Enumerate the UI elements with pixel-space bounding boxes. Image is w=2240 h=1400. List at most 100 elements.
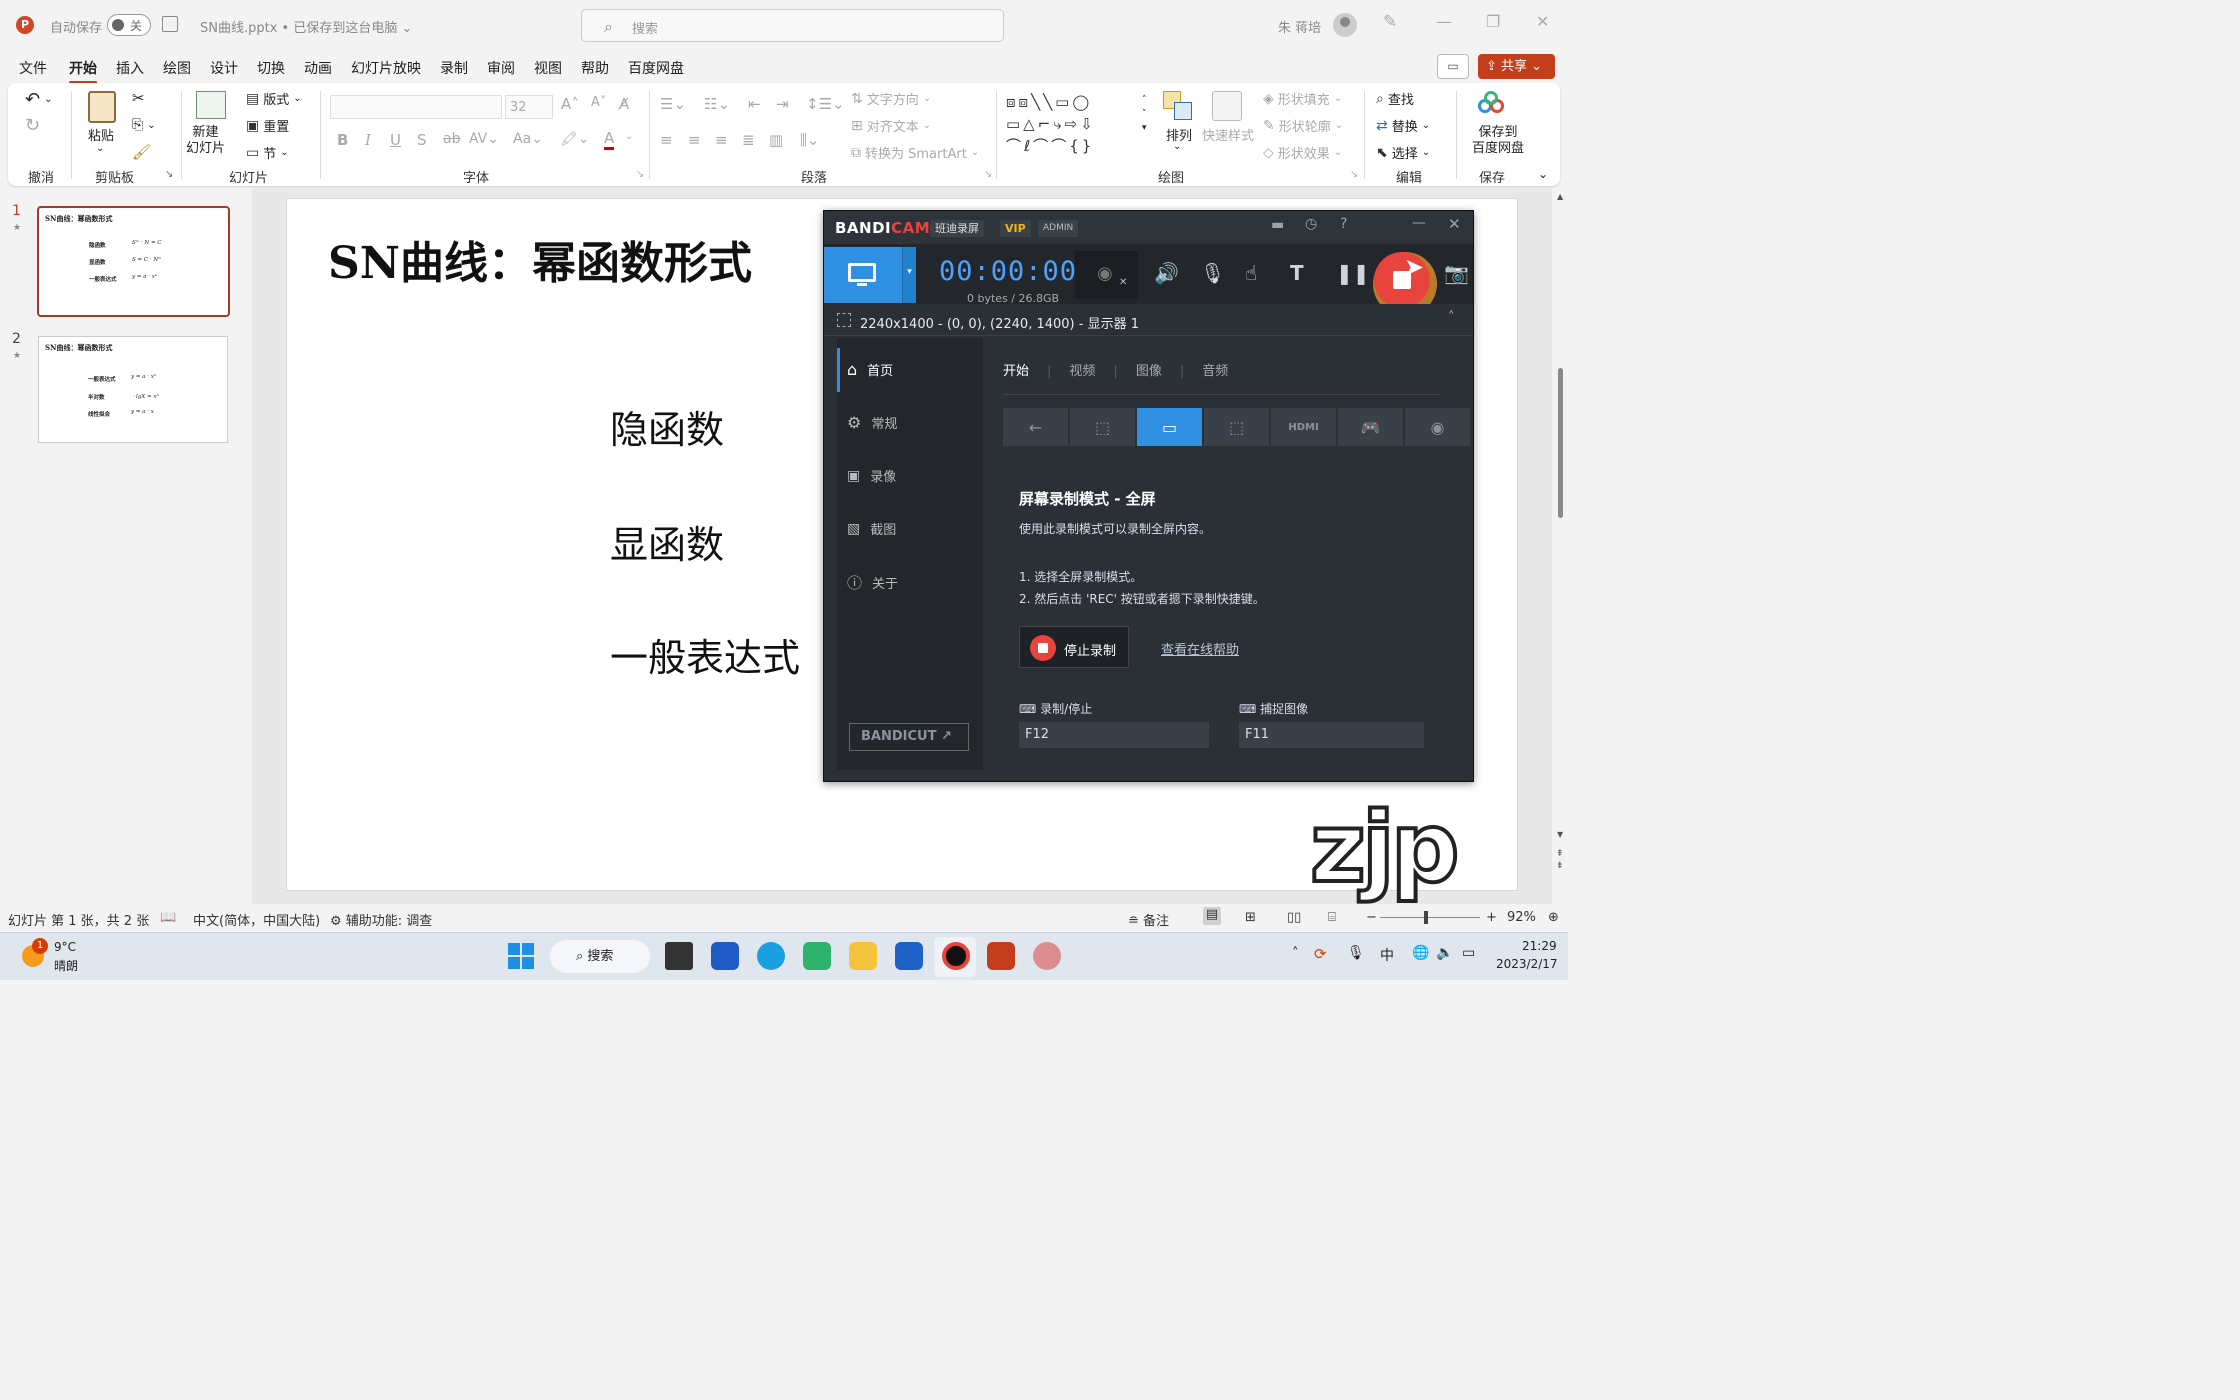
menu-home[interactable]: 开始 xyxy=(69,58,97,84)
microsoft-store-icon[interactable] xyxy=(895,942,923,970)
shadow-icon[interactable]: S xyxy=(417,131,427,149)
menu-baidu[interactable]: 百度网盘 xyxy=(628,58,684,78)
tray-overflow-icon[interactable]: ˄ xyxy=(1292,946,1299,961)
copy-icon[interactable]: ⎘ ⌄ xyxy=(132,117,156,133)
volume-icon[interactable]: 🔈 xyxy=(1436,945,1453,961)
undo-icon[interactable]: ↶ ⌄ xyxy=(25,89,52,110)
collapse-icon[interactable]: ˄ xyxy=(1448,310,1455,325)
cursor-effect-icon[interactable]: ☝ xyxy=(1245,261,1257,285)
edge-browser-icon[interactable] xyxy=(757,942,785,970)
columns-icon[interactable]: ⫼⌄ xyxy=(800,131,819,149)
new-slide-button[interactable]: 新建 幻灯片 xyxy=(186,125,225,157)
webcam-button[interactable]: ◉ ✕ xyxy=(1075,251,1138,299)
text-direction-button[interactable]: ⇅ 文字方向 ⌄ xyxy=(851,89,931,109)
avatar[interactable] xyxy=(1333,13,1357,37)
close-icon[interactable]: ✕ xyxy=(1536,12,1549,31)
shape-effects-button[interactable]: ◇ 形状效果 ⌄ xyxy=(1263,143,1342,163)
menu-slideshow[interactable]: 幻灯片放映 xyxy=(351,58,421,78)
mode-dropdown-icon[interactable]: ▾ xyxy=(902,247,916,303)
justify-icon[interactable]: ≣ xyxy=(742,131,755,149)
drawing-launcher-icon[interactable]: ↘ xyxy=(1350,169,1358,180)
font-color-icon[interactable]: A xyxy=(604,129,615,150)
paste-icon[interactable] xyxy=(88,91,116,123)
nav-screenshot[interactable]: ▧ 截图 xyxy=(847,519,896,539)
collapse-ribbon-icon[interactable]: ⌄ xyxy=(1538,167,1548,181)
store-bag-icon[interactable] xyxy=(803,942,831,970)
zoom-slider[interactable] xyxy=(1380,917,1480,918)
autosave-toggle[interactable]: 关 xyxy=(107,14,151,36)
slide-info[interactable]: 幻灯片 第 1 张，共 2 张 xyxy=(8,910,149,929)
decrease-indent-icon[interactable]: ⇤ xyxy=(748,95,761,113)
section-button[interactable]: ▭ 节 ⌄ xyxy=(246,143,289,163)
align-right-icon[interactable]: ≡ xyxy=(715,131,728,149)
slide-thumbnail-2[interactable]: SN曲线：幂函数形式 一般表达式 y = a · xᵇ 半对数 ㆍlgX = xᵇ … xyxy=(38,336,228,443)
document-name[interactable]: SN曲线.pptx • 已保存到这台电脑 ⌄ xyxy=(200,17,412,36)
powerpoint-taskbar-icon[interactable] xyxy=(987,942,1015,970)
increase-indent-icon[interactable]: ⇥ xyxy=(776,95,789,113)
nav-home[interactable]: ⌂ 首页 xyxy=(847,360,893,379)
tab-image[interactable]: 图像 xyxy=(1136,364,1162,379)
find-button[interactable]: ⌕ 查找 xyxy=(1376,89,1414,109)
minimize-icon[interactable]: — xyxy=(1436,12,1452,31)
close-icon[interactable]: ✕ xyxy=(1448,215,1461,233)
highlight-icon[interactable]: 🖍⌄ xyxy=(560,131,590,147)
file-explorer-icon[interactable] xyxy=(849,942,877,970)
stop-recording-button[interactable]: 停止录制 xyxy=(1019,626,1129,668)
reset-button[interactable]: ▣ 重置 xyxy=(246,116,289,136)
menu-review[interactable]: 审阅 xyxy=(487,58,515,78)
menu-view[interactable]: 视图 xyxy=(534,58,562,78)
paste-button[interactable]: 粘贴 xyxy=(88,125,114,144)
game-mode-icon[interactable]: 🎮 xyxy=(1338,408,1403,446)
accessibility-status[interactable]: ⚙ 辅助功能: 调查 xyxy=(330,910,432,929)
slide-thumbnail-1[interactable]: SN曲线：幂函数形式 隐函数 Sᵐ · N = C 显函数 S = C · Nᵐ 一… xyxy=(37,206,230,317)
text-overlay-icon[interactable]: T xyxy=(1290,261,1304,285)
shape-fill-button[interactable]: ◈ 形状填充 ⌄ xyxy=(1263,89,1342,109)
area-mode-icon[interactable]: ⬚ xyxy=(1204,408,1269,446)
zoom-thumb[interactable] xyxy=(1424,911,1428,924)
line-spacing-icon[interactable]: ↕☰⌄ xyxy=(806,95,845,113)
taskbar-search[interactable]: ⌕ 搜索 xyxy=(550,940,650,973)
windows-start-icon[interactable] xyxy=(508,943,534,969)
vertical-scrollbar[interactable]: ▲ ▼ ⇞ ⇟ xyxy=(1552,188,1568,904)
speaker-icon[interactable]: 🔊 xyxy=(1154,261,1179,285)
menu-file[interactable]: 文件 xyxy=(19,58,47,78)
char-spacing-icon[interactable]: AV⌄ xyxy=(469,131,499,147)
tab-video[interactable]: 视频 xyxy=(1069,364,1095,379)
smartart-button[interactable]: ⧉ 转换为 SmartArt ⌄ xyxy=(851,143,979,163)
capture-area-bar[interactable]: 2240x1400 - (0, 0), (2240, 1400) - 显示器 1… xyxy=(824,304,1473,336)
zoom-in-icon[interactable]: + xyxy=(1486,910,1497,925)
ime-indicator[interactable]: 中 xyxy=(1380,945,1394,965)
rectangle-mode-icon[interactable]: ⬚ xyxy=(1070,408,1135,446)
user-name[interactable]: 朱 蒋培 xyxy=(1278,17,1321,36)
arrange-dropdown-icon[interactable]: ⌄ xyxy=(1173,141,1181,152)
app-taskbar-icon[interactable] xyxy=(1033,942,1061,970)
zoom-out-icon[interactable]: − xyxy=(1366,910,1377,925)
clear-format-icon[interactable]: A̸ xyxy=(619,95,629,113)
fit-slide-icon[interactable]: ⊕ xyxy=(1548,910,1559,925)
menu-draw[interactable]: 绘图 xyxy=(163,58,191,78)
todo-app-icon[interactable] xyxy=(711,942,739,970)
align-left-icon[interactable]: ≡ xyxy=(660,131,673,149)
slide-item-implicit[interactable]: 隐函数 xyxy=(610,399,724,454)
slide-item-explicit[interactable]: 显函数 xyxy=(610,514,724,569)
weather-text[interactable]: 晴朗 xyxy=(54,957,78,974)
clock-time[interactable]: 21:29 xyxy=(1522,939,1557,953)
bandicam-taskbar-icon[interactable] xyxy=(942,942,970,970)
menu-animations[interactable]: 动画 xyxy=(304,58,332,78)
zoom-level[interactable]: 92% xyxy=(1507,910,1536,925)
hotkey-capture-field[interactable]: F11 xyxy=(1239,722,1424,748)
italic-icon[interactable]: I xyxy=(365,131,371,149)
font-size-field[interactable]: 32 xyxy=(505,95,553,119)
underline-icon[interactable]: U xyxy=(390,131,401,149)
comments-icon[interactable]: ▭ xyxy=(1437,54,1469,79)
slide-item-general[interactable]: 一般表达式 xyxy=(610,627,800,682)
clock-date[interactable]: 2023/2/17 xyxy=(1496,957,1558,971)
screen-mode-button[interactable]: ▾ xyxy=(824,247,916,303)
search-box[interactable]: ⌕ 搜索 xyxy=(581,9,1004,42)
clock-icon[interactable]: ◷ xyxy=(1305,216,1317,232)
quick-styles-button[interactable]: 快速样式 xyxy=(1202,125,1254,144)
hotkey-record-field[interactable]: F12 xyxy=(1019,722,1209,748)
microphone-tray-icon[interactable]: 🎙 xyxy=(1347,945,1365,961)
share-button[interactable]: ⇪ 共享 ⌄ xyxy=(1478,54,1555,79)
pause-icon[interactable]: ❚❚ xyxy=(1336,261,1370,285)
